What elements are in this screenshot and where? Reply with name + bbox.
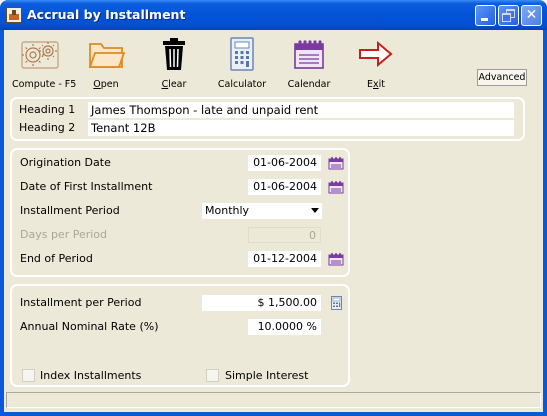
- heading1-field[interactable]: James Thomspon - late and unpaid rent: [88, 102, 514, 118]
- simple-interest-checkbox[interactable]: [206, 369, 219, 382]
- app-window: Accrual by Installment ✕ Compute - F5 Op…: [0, 0, 547, 416]
- origination-calendar-icon[interactable]: [328, 156, 344, 170]
- days-per-period-label: Days per Period: [20, 228, 108, 241]
- clear-label: Clear: [152, 79, 196, 90]
- calculator-label: Calculator: [217, 79, 267, 90]
- exit-arrow-icon: [358, 36, 394, 72]
- calendar-icon: [292, 36, 326, 72]
- installment-period-select[interactable]: Monthly: [202, 203, 322, 219]
- exit-label: Exit: [356, 79, 396, 90]
- days-per-period-field[interactable]: 0: [248, 227, 321, 243]
- maximize-button[interactable]: [498, 5, 519, 26]
- calendar-button[interactable]: Calendar: [284, 36, 334, 90]
- advanced-button[interactable]: Advanced: [477, 69, 527, 86]
- open-label-rest: pen: [100, 79, 119, 90]
- calculator-mini-icon[interactable]: [331, 296, 342, 310]
- installment-period-value: Monthly: [205, 204, 250, 217]
- heading2-field[interactable]: Tenant 12B: [88, 120, 514, 136]
- first-installment-calendar-icon[interactable]: [328, 180, 344, 194]
- window-title: Accrual by Installment: [27, 7, 186, 22]
- exit-button[interactable]: Exit: [356, 36, 396, 90]
- heading2-label: Heading 2: [19, 121, 76, 134]
- clear-label-rest: lear: [168, 79, 187, 90]
- open-label: Open: [84, 79, 128, 90]
- dates-panel: Origination Date 01-06-2004 Date of Firs…: [10, 148, 350, 277]
- open-accel: O: [93, 79, 101, 90]
- minimize-icon: [481, 18, 488, 21]
- exit-label-rest: it: [378, 79, 385, 90]
- amounts-panel: Installment per Period $ 1,500.00 Annual…: [10, 284, 350, 387]
- headings-panel: Heading 1 James Thomspon - late and unpa…: [10, 97, 525, 141]
- first-installment-field[interactable]: 01-06-2004: [248, 179, 321, 195]
- calculator-button[interactable]: Calculator: [214, 36, 270, 90]
- end-of-period-label: End of Period: [20, 252, 93, 265]
- installment-period-label: Installment Period: [20, 204, 120, 217]
- restore-icon-front: [502, 13, 511, 22]
- first-installment-label: Date of First Installment: [20, 180, 153, 193]
- compute-label: Compute - F5: [12, 79, 77, 90]
- installment-per-period-field[interactable]: $ 1,500.00: [202, 295, 321, 311]
- calendar-label: Calendar: [287, 79, 331, 90]
- status-pane: [6, 392, 541, 408]
- client-area: Compute - F5 Open Clear Calculator Calen…: [4, 30, 543, 412]
- folder-icon: [86, 36, 126, 72]
- trash-can-icon: [159, 36, 189, 72]
- calculator-icon: [227, 36, 257, 72]
- annual-rate-label: Annual Nominal Rate (%): [20, 320, 159, 333]
- close-icon: ✕: [525, 7, 538, 23]
- app-icon[interactable]: [6, 7, 22, 23]
- end-of-period-calendar-icon[interactable]: [328, 252, 344, 266]
- title-bar[interactable]: Accrual by Installment ✕: [0, 0, 547, 30]
- gear-compute-icon: [18, 36, 62, 72]
- minimize-button[interactable]: [475, 5, 496, 26]
- clear-button[interactable]: Clear: [152, 36, 196, 90]
- origination-date-field[interactable]: 01-06-2004: [248, 155, 321, 171]
- compute-button[interactable]: Compute - F5: [12, 36, 77, 90]
- status-bar: [4, 389, 543, 411]
- close-button[interactable]: ✕: [521, 5, 542, 26]
- index-installments-checkbox[interactable]: [22, 369, 35, 382]
- simple-interest-label: Simple Interest: [225, 369, 309, 382]
- end-of-period-field[interactable]: 01-12-2004: [248, 251, 321, 267]
- index-installments-label: Index Installments: [40, 369, 142, 382]
- origination-date-label: Origination Date: [20, 156, 111, 169]
- heading1-label: Heading 1: [19, 103, 76, 116]
- annual-rate-field[interactable]: 10.0000 %: [248, 319, 321, 335]
- chevron-down-icon[interactable]: [308, 204, 321, 217]
- open-button[interactable]: Open: [84, 36, 128, 90]
- installment-per-period-label: Installment per Period: [20, 296, 142, 309]
